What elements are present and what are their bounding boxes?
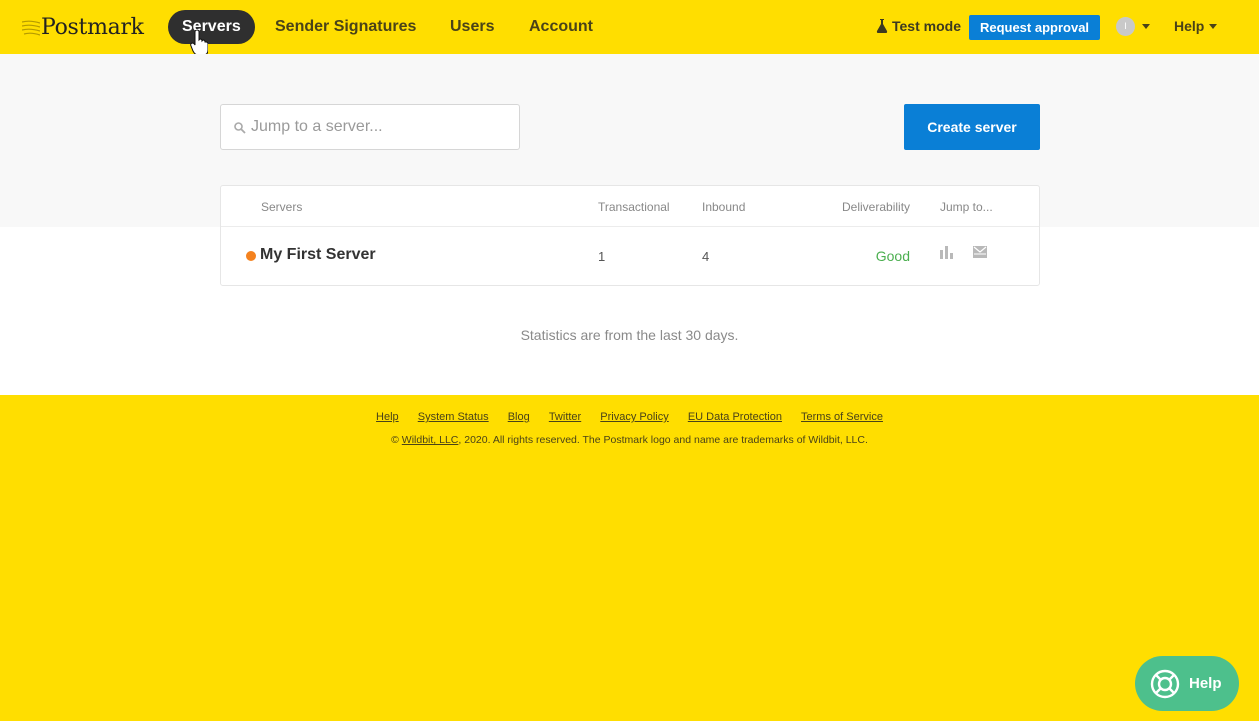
- lifebuoy-icon: [1150, 669, 1180, 699]
- header-servers[interactable]: Servers: [261, 200, 302, 214]
- statistics-note: Statistics are from the last 30 days.: [520, 327, 739, 343]
- copyright-symbol: ©: [391, 434, 399, 446]
- server-name-link[interactable]: My First Server: [260, 246, 376, 264]
- nav-servers[interactable]: Servers: [168, 10, 255, 44]
- hand-cursor-icon: [190, 30, 208, 56]
- search-icon: [234, 122, 246, 134]
- header-deliverability[interactable]: Deliverability: [842, 200, 910, 214]
- search-input[interactable]: [251, 105, 511, 149]
- main-content: Create server Servers Transactional Inbo…: [0, 54, 1259, 395]
- footer-link-twitter[interactable]: Twitter: [549, 411, 581, 423]
- help-menu[interactable]: Help: [1174, 18, 1204, 34]
- nav-account[interactable]: Account: [529, 10, 593, 44]
- footer-link-blog[interactable]: Blog: [508, 411, 530, 423]
- create-server-button[interactable]: Create server: [904, 104, 1040, 150]
- divider: [221, 226, 1039, 227]
- help-widget-label: Help: [1189, 675, 1222, 692]
- nav-sender-signatures[interactable]: Sender Signatures: [275, 10, 416, 44]
- server-status-dot: [246, 251, 256, 261]
- footer-links: Help System Status Blog Twitter Privacy …: [0, 411, 1259, 423]
- top-navigation: Postmark Servers Sender Signatures Users…: [0, 0, 1259, 56]
- copyright-text: © Wildbit, LLC, 2020. All rights reserve…: [0, 434, 1259, 446]
- bar-chart-icon[interactable]: [940, 245, 954, 259]
- footer-link-terms-of-service[interactable]: Terms of Service: [801, 411, 883, 423]
- account-chevron-down-icon[interactable]: [1142, 24, 1150, 29]
- avatar[interactable]: I: [1116, 17, 1135, 36]
- footer-link-help[interactable]: Help: [376, 411, 399, 423]
- server-search[interactable]: [220, 104, 520, 150]
- postmark-logo[interactable]: Postmark: [22, 13, 144, 41]
- header-jump-to: Jump to...: [940, 200, 993, 214]
- request-approval-button[interactable]: Request approval: [969, 15, 1100, 40]
- header-inbound[interactable]: Inbound: [702, 200, 745, 214]
- test-mode-label: Test mode: [892, 18, 961, 34]
- wildbit-link[interactable]: Wildbit, LLC: [402, 434, 459, 446]
- flask-icon: [876, 19, 888, 33]
- test-mode-indicator[interactable]: Test mode: [876, 18, 961, 34]
- inbound-count: 4: [702, 249, 710, 264]
- copyright-rest: , 2020. All rights reserved. The Postmar…: [458, 434, 868, 446]
- help-chevron-down-icon[interactable]: [1209, 24, 1217, 29]
- footer-link-privacy-policy[interactable]: Privacy Policy: [600, 411, 668, 423]
- logo-lines-icon: [22, 20, 40, 36]
- help-widget-button[interactable]: Help: [1135, 656, 1239, 711]
- footer-link-eu-data-protection[interactable]: EU Data Protection: [688, 411, 782, 423]
- footer-link-system-status[interactable]: System Status: [418, 411, 489, 423]
- nav-users[interactable]: Users: [450, 10, 494, 44]
- logo-text: Postmark: [41, 14, 144, 40]
- inbox-icon[interactable]: [973, 245, 987, 259]
- deliverability-status[interactable]: Good: [876, 248, 910, 264]
- servers-table: Servers Transactional Inbound Deliverabi…: [220, 185, 1040, 286]
- header-transactional[interactable]: Transactional: [598, 200, 670, 214]
- transactional-count: 1: [598, 249, 606, 264]
